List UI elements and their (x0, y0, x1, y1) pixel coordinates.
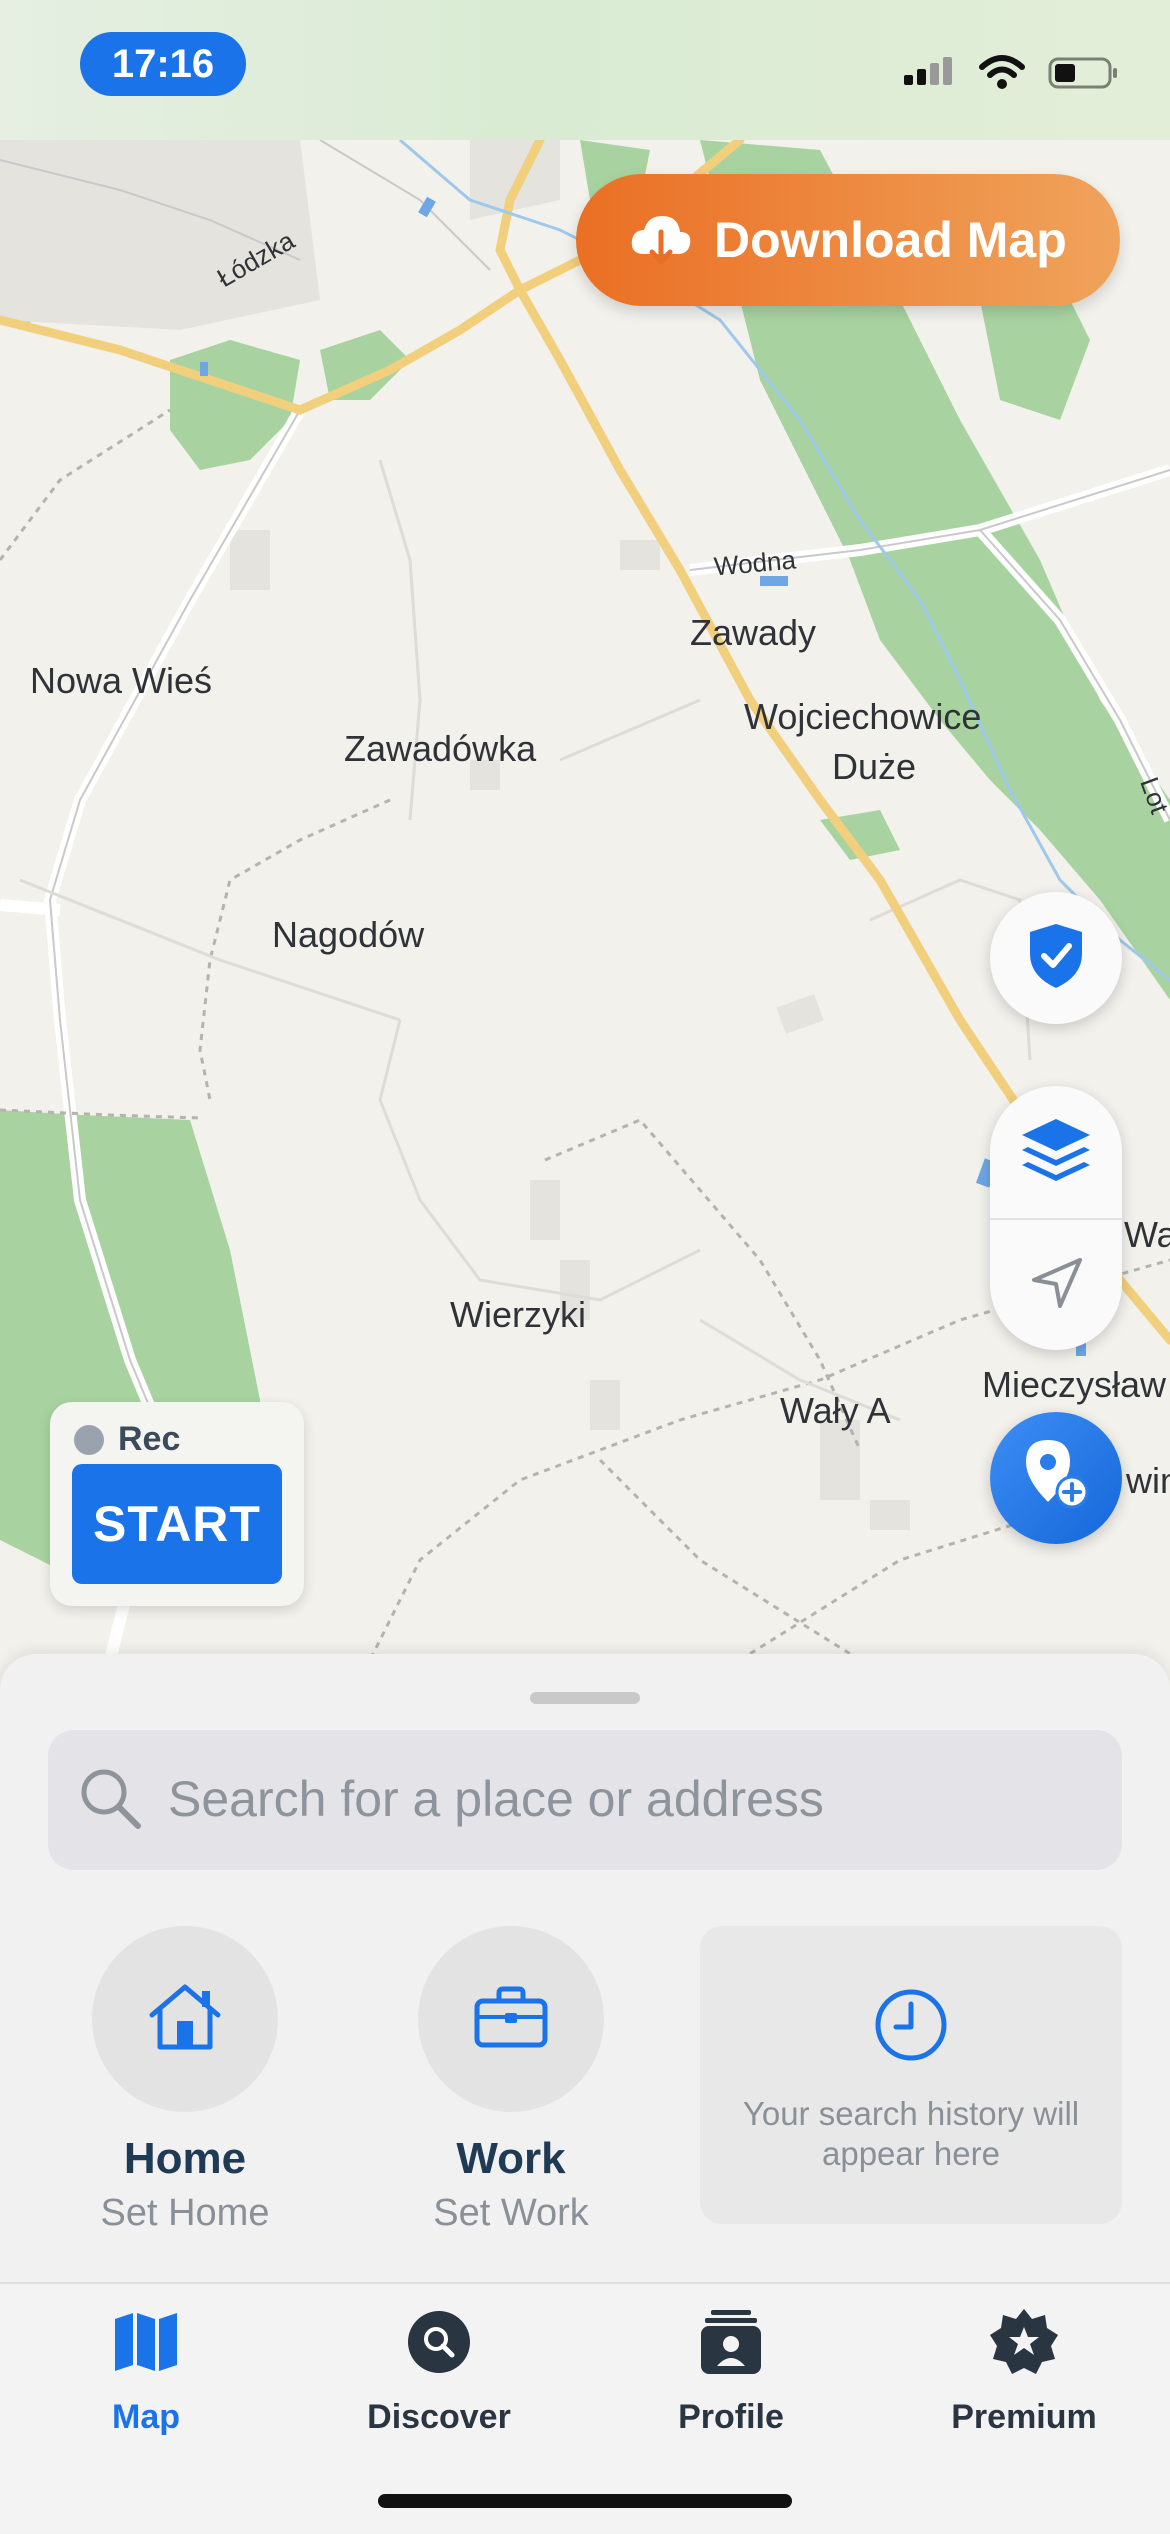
place-label-duze: Duże (832, 746, 917, 787)
work-shortcut-circle[interactable] (418, 1926, 604, 2112)
map-icon (111, 2309, 181, 2380)
clock-icon (872, 1986, 950, 2069)
recorder-status: Rec (74, 1420, 180, 1459)
navigation-arrow-icon (1026, 1254, 1086, 1319)
add-place-button[interactable] (990, 1412, 1122, 1544)
home-title: Home (123, 2134, 247, 2183)
start-recording-button[interactable]: START (72, 1464, 282, 1584)
home-shortcut-circle[interactable] (92, 1926, 278, 2112)
search-placeholder: Search for a place or address (168, 1771, 824, 1827)
discover-search-icon (406, 2309, 472, 2380)
place-label-zawady: Zawady (690, 612, 817, 653)
place-label-wojciechowice: Wojciechowice (744, 696, 982, 737)
status-icons (902, 50, 1120, 100)
search-history-message: Your search history will appear here (742, 2095, 1080, 2172)
map-control-stack (990, 1086, 1122, 1350)
add-place-icon (1018, 1436, 1094, 1521)
status-bar: 17:16 (0, 0, 1170, 140)
layers-icon (1018, 1115, 1094, 1190)
place-label-wa: Wa (1124, 1214, 1170, 1255)
download-map-button[interactable]: Download Map (576, 174, 1120, 306)
search-icon (76, 1764, 146, 1839)
download-map-label: Download Map (714, 212, 1067, 268)
shield-check-icon (1026, 922, 1086, 995)
place-label-win: win (1126, 1460, 1170, 1501)
search-input[interactable]: Search for a place or address (48, 1730, 1122, 1870)
cloud-download-icon (628, 212, 694, 268)
recorder-card: Rec START (50, 1402, 304, 1606)
home-shortcut[interactable]: Home Set Home (45, 1926, 325, 2235)
wifi-icon (978, 53, 1026, 98)
work-subtitle: Set Work (433, 2192, 589, 2234)
tab-discover[interactable]: Discover (329, 2304, 549, 2437)
bottom-sheet: Search for a place or address Home Set H… (0, 1654, 1170, 2284)
work-title: Work (456, 2134, 566, 2183)
profile-icon (699, 2308, 763, 2381)
sheet-grabber[interactable] (530, 1692, 640, 1704)
layers-button[interactable] (990, 1086, 1122, 1218)
search-history-panel: Your search history will appear here (700, 1926, 1122, 2224)
place-label-zawadowka: Zawadówka (344, 728, 537, 769)
safety-shield-button[interactable] (990, 892, 1122, 1024)
tab-premium-label: Premium (951, 2398, 1097, 2436)
tab-map-label: Map (112, 2398, 180, 2436)
status-time: 17:16 (80, 32, 246, 96)
briefcase-icon (473, 1985, 549, 2054)
tab-map[interactable]: Map (36, 2304, 256, 2437)
tab-profile[interactable]: Profile (621, 2304, 841, 2437)
record-dot-icon (74, 1424, 104, 1455)
place-label-wierzyki: Wierzyki (450, 1294, 586, 1335)
work-shortcut[interactable]: Work Set Work (371, 1926, 651, 2235)
tab-bar: Map Discover Profile Premium (0, 2282, 1170, 2534)
home-indicator[interactable] (378, 2494, 792, 2508)
premium-star-icon (989, 2307, 1059, 2382)
place-label-mieczyslaw: Mieczysław (982, 1364, 1167, 1405)
tab-discover-label: Discover (367, 2398, 511, 2436)
house-icon (146, 1981, 224, 2058)
home-subtitle: Set Home (100, 2192, 270, 2234)
recorder-status-label: Rec (118, 1420, 181, 1458)
place-label-nowa-wies: Nowa Wieś (30, 660, 213, 701)
place-label-waly-a: Wały A (780, 1390, 891, 1431)
tab-premium[interactable]: Premium (914, 2304, 1134, 2437)
locate-me-button[interactable] (990, 1220, 1122, 1352)
cellular-signal-icon (902, 53, 956, 98)
battery-icon (1048, 53, 1120, 98)
tab-profile-label: Profile (678, 2398, 784, 2436)
place-label-nagodow: Nagodów (272, 914, 425, 955)
